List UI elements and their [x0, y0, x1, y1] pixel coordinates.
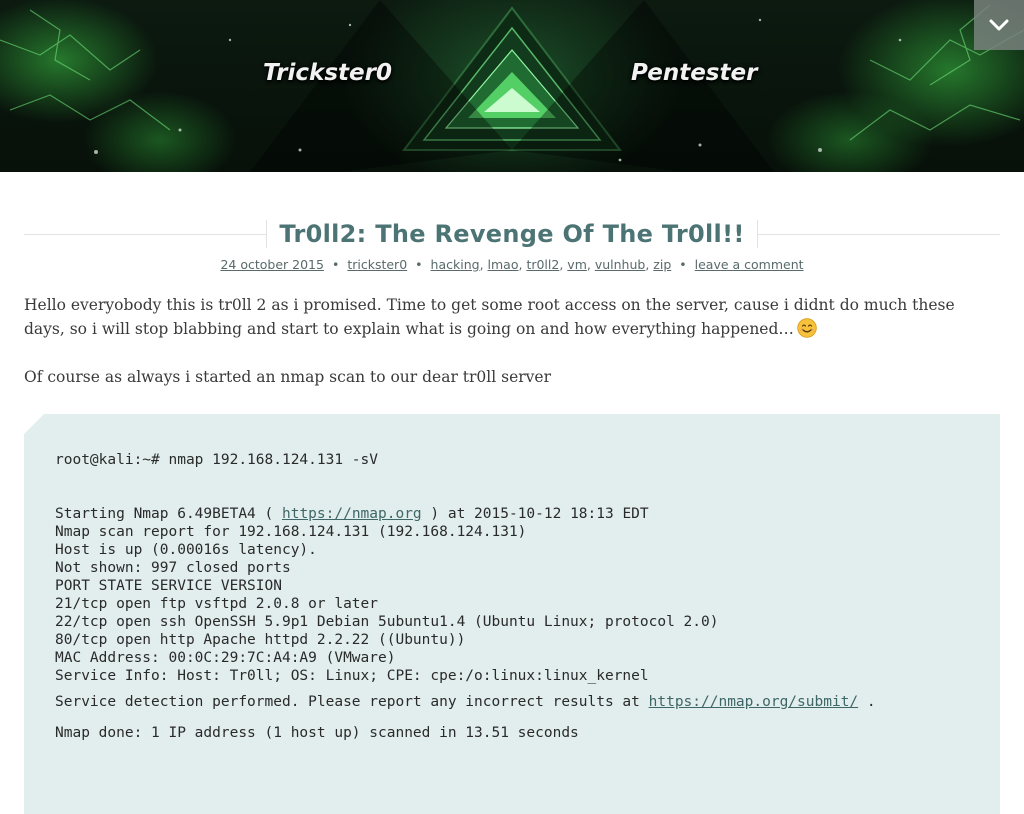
- post-title-row: Tr0ll2: The Revenge Of The Tr0ll!!: [24, 218, 1000, 250]
- code-line-command: root@kali:~# nmap 192.168.124.131 -sV: [55, 452, 379, 468]
- meta-separator: •: [331, 257, 340, 272]
- code-line: Service Info: Host: Tr0ll; OS: Linux; CP…: [55, 668, 649, 684]
- tag-link-vulnhub[interactable]: vulnhub: [595, 257, 646, 272]
- post-meta: 24 october 2015 • trickster0 • hacking, lmao…: [220, 257, 804, 272]
- post-title[interactable]: Tr0ll2: The Revenge Of The Tr0ll!!: [266, 220, 758, 248]
- code-text: Starting Nmap 6.49BETA4 (: [55, 506, 282, 522]
- banner-artwork: [0, 0, 1024, 172]
- code-line: PORT STATE SERVICE VERSION: [55, 578, 282, 594]
- nmap-org-link[interactable]: https://nmap.org: [282, 506, 422, 522]
- code-text: .: [858, 694, 876, 710]
- code-line: Nmap scan report for 192.168.124.131 (19…: [55, 524, 527, 540]
- meta-separator: •: [415, 257, 423, 272]
- code-line: Host is up (0.00016s latency).: [55, 542, 317, 558]
- menu-toggle-button[interactable]: [974, 0, 1024, 50]
- tag-link-lmao[interactable]: lmao: [488, 257, 519, 272]
- post-article: Tr0ll2: The Revenge Of The Tr0ll!! 24 oc…: [24, 172, 1000, 814]
- tag-link-zip[interactable]: zip: [653, 257, 671, 272]
- tag-link-vm[interactable]: vm: [567, 257, 587, 272]
- code-line: 22/tcp open ssh OpenSSH 5.9p1 Debian 5ub…: [55, 614, 719, 630]
- tag-link-hacking[interactable]: hacking: [431, 257, 480, 272]
- banner-right-text: Pentester: [631, 60, 758, 86]
- code-line: 21/tcp open ftp vsftpd 2.0.8 or later: [55, 596, 379, 612]
- code-text: ) at 2015-10-12 18:13 EDT: [421, 506, 649, 522]
- code-line: Not shown: 997 closed ports: [55, 560, 291, 576]
- tag-link-tr0ll2[interactable]: tr0ll2: [526, 257, 559, 272]
- meta-separator: •: [679, 257, 687, 272]
- leave-comment-link[interactable]: leave a comment: [695, 257, 804, 272]
- code-line-detection: Service detection performed. Please repo…: [55, 694, 876, 710]
- code-line: 80/tcp open http Apache httpd 2.2.22 ((U…: [55, 632, 466, 648]
- post-paragraph: Hello everyobody this is tr0ll 2 as i pr…: [24, 293, 1000, 341]
- chevron-down-icon: [989, 19, 1009, 31]
- header-banner: Trickster0 Pentester: [0, 0, 1024, 172]
- code-block: root@kali:~# nmap 192.168.124.131 -sV St…: [24, 414, 1000, 814]
- post-paragraph: Of course as always i started an nmap sc…: [24, 368, 551, 386]
- code-line-start: Starting Nmap 6.49BETA4 ( https://nmap.o…: [55, 506, 649, 522]
- smiley-icon: [797, 318, 817, 338]
- code-line-done: Nmap done: 1 IP address (1 host up) scan…: [55, 725, 579, 741]
- post-author-link[interactable]: trickster0: [347, 257, 407, 272]
- code-text: Service detection performed. Please repo…: [55, 694, 649, 710]
- code-line: MAC Address: 00:0C:29:7C:A4:A9 (VMware): [55, 650, 396, 666]
- banner-left-text: Trickster0: [263, 60, 392, 86]
- code-corner-fold: [24, 414, 44, 434]
- post-date-link[interactable]: 24 october 2015: [220, 257, 324, 272]
- nmap-submit-link[interactable]: https://nmap.org/submit/: [649, 694, 859, 710]
